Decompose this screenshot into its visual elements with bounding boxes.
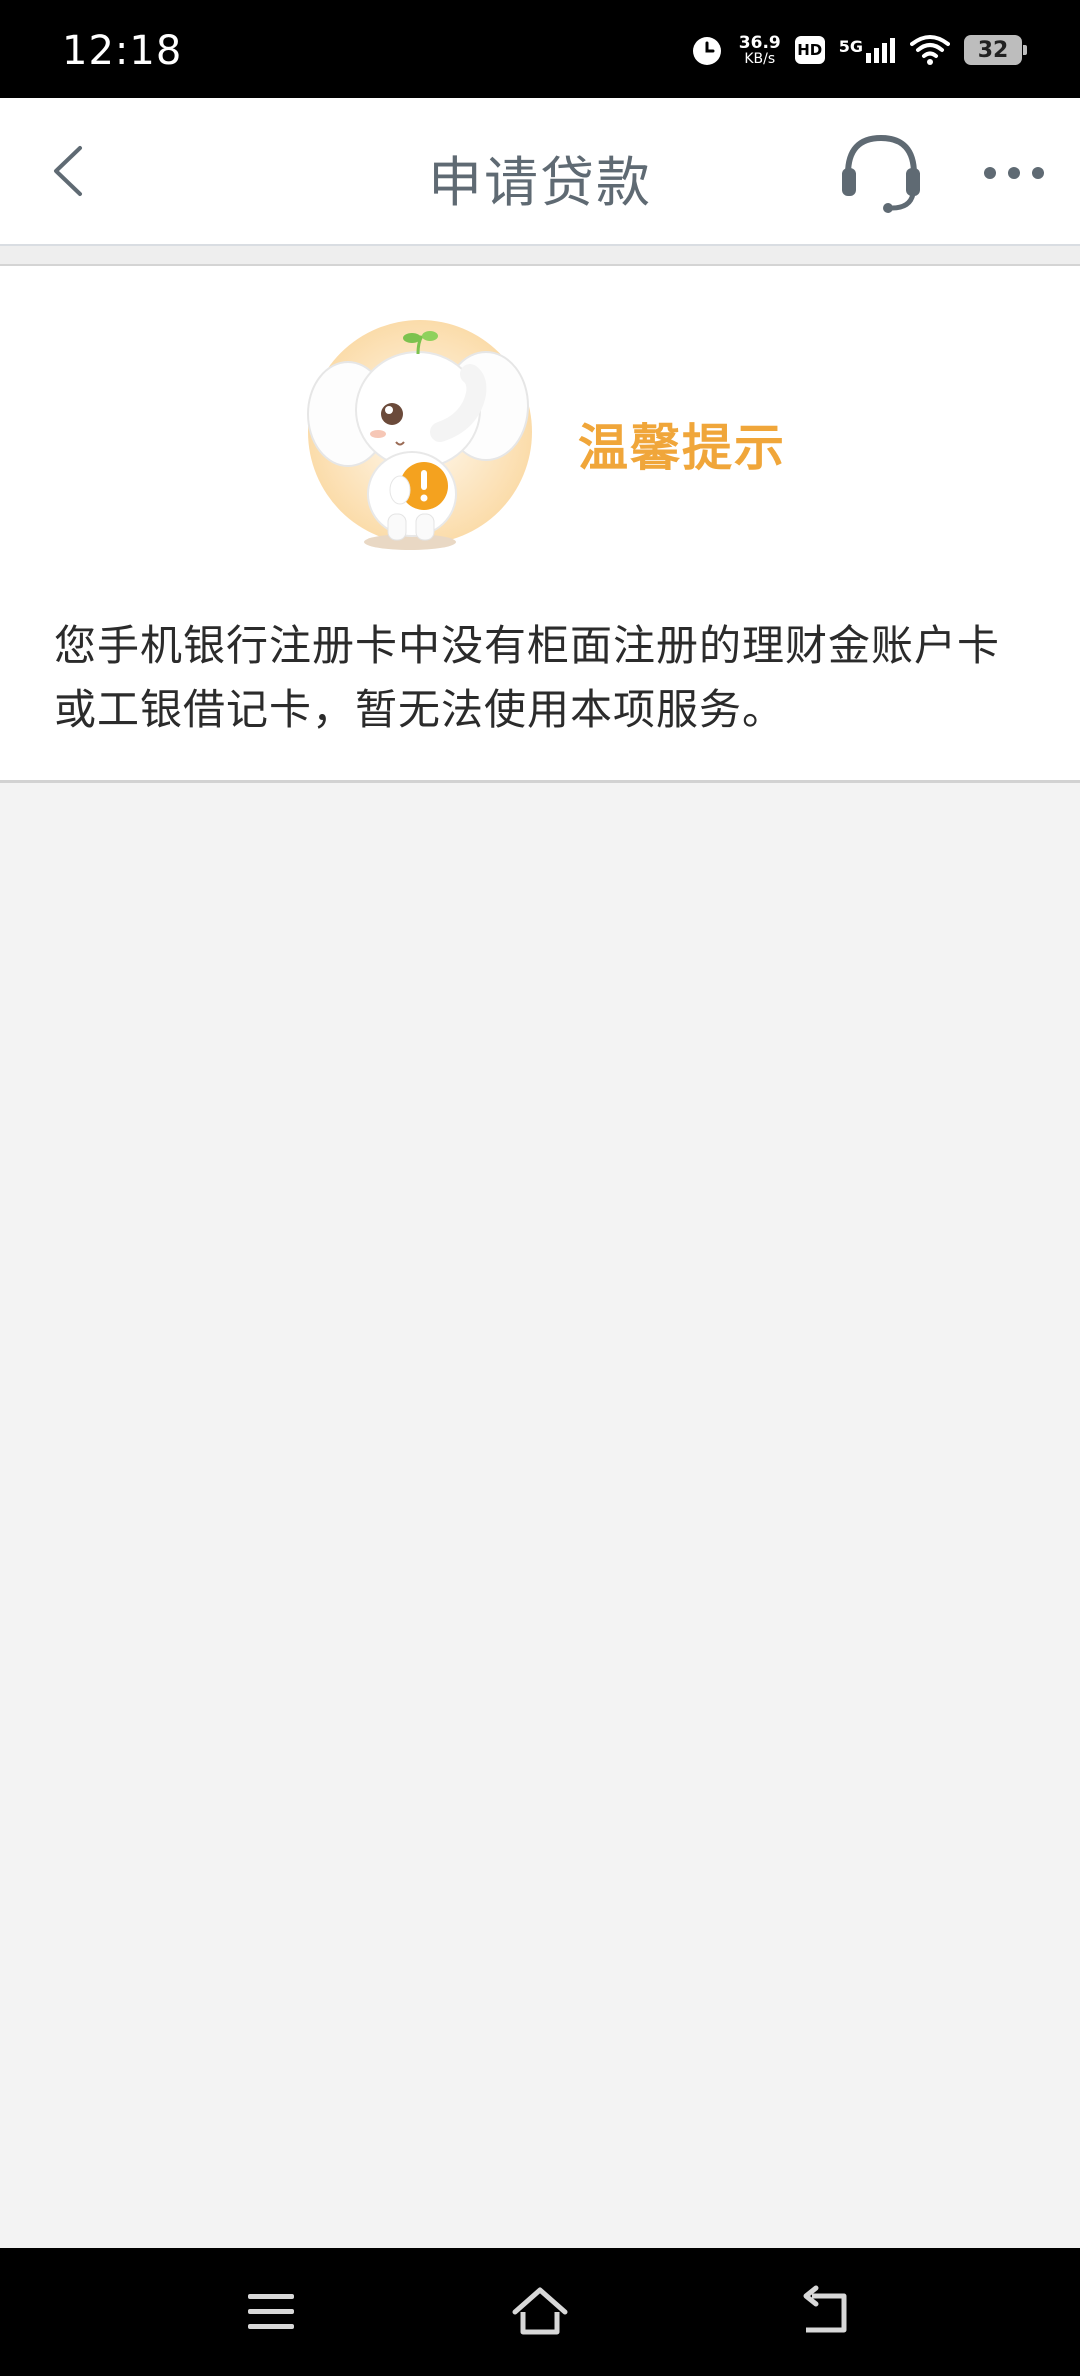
more-dots-icon [984, 167, 1044, 179]
hd-badge: HD [794, 36, 825, 64]
nav-home-button[interactable] [505, 2282, 575, 2342]
net-speed-value: 36.9 [738, 32, 781, 53]
home-icon [512, 2287, 568, 2335]
signal-icon: 5G [839, 37, 896, 63]
status-icons: 36.9 KB/s HD 5G 32 [689, 30, 1027, 70]
wifi-icon [910, 35, 950, 65]
status-time: 12:18 [62, 28, 183, 74]
network-label: 5G [838, 37, 863, 56]
headset-icon [842, 134, 920, 213]
system-navigation-bar [0, 2248, 1080, 2376]
status-bar: 12:18 36.9 KB/s HD 5G 32 [0, 0, 1080, 98]
net-speed-unit: KB/s [744, 50, 776, 67]
elephant-mascot-icon [307, 320, 532, 550]
menu-icon [248, 2294, 294, 2329]
nav-back-button[interactable] [790, 2282, 860, 2342]
notice-message: 您手机银行注册卡中没有柜面注册的理财金账户卡或工银借记卡，暂无法使用本项服务。 [54, 621, 1001, 734]
alarm-icon [692, 37, 721, 65]
nav-menu-button[interactable] [236, 2282, 306, 2342]
notice-title: 温馨提示 [578, 419, 786, 477]
customer-service-button[interactable] [836, 128, 926, 218]
back-icon [803, 2285, 847, 2333]
more-options-button[interactable] [976, 143, 1056, 203]
battery-level: 32 [977, 37, 1009, 63]
battery-icon: 32 [964, 35, 1027, 65]
net-speed: 36.9 KB/s [738, 32, 781, 67]
mascot-illustration [300, 314, 540, 554]
signal-bars-icon [866, 38, 895, 63]
notice-card: 温馨提示 您手机银行注册卡中没有柜面注册的理财金账户卡或工银借记卡，暂无法使用本… [0, 266, 1080, 783]
header: 申请贷款 [0, 98, 1080, 246]
header-divider [0, 246, 1080, 266]
